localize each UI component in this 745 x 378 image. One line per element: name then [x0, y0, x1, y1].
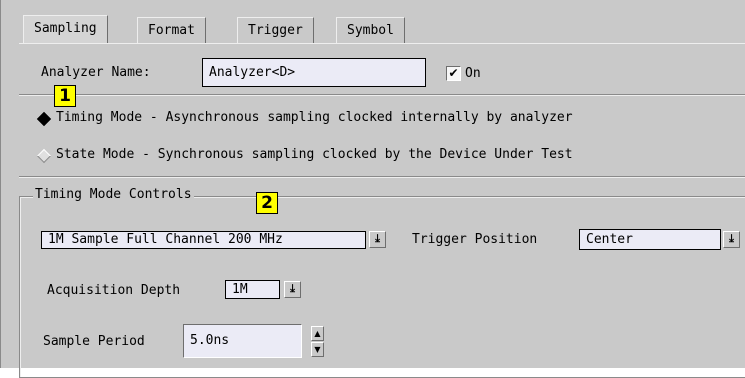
timing-mode-label[interactable]: Timing Mode - Asynchronous sampling cloc… [56, 110, 573, 125]
divider [19, 94, 745, 96]
sample-period-label: Sample Period [43, 334, 145, 349]
spin-up-icon[interactable]: ▲ [311, 326, 324, 341]
tab-format[interactable]: Format [137, 17, 206, 43]
on-checkbox-label: On [465, 66, 481, 81]
sample-option-dropdown-icon[interactable]: ⤓ [369, 231, 386, 248]
on-checkbox[interactable]: ✔ [446, 66, 461, 81]
tab-trigger[interactable]: Trigger [237, 17, 314, 43]
acquisition-depth-dropdown-icon[interactable]: ⤓ [284, 281, 301, 298]
callout-2: 2 [256, 192, 278, 214]
analyzer-name-label: Analyzer Name: [41, 65, 151, 80]
acquisition-depth-label: Acquisition Depth [47, 283, 181, 298]
sampling-dialog: Sampling Format Trigger Symbol Analyzer … [0, 0, 745, 378]
tab-symbol[interactable]: Symbol [336, 17, 405, 43]
state-mode-label[interactable]: State Mode - Synchronous sampling clocke… [56, 147, 573, 162]
tab-sampling[interactable]: Sampling [23, 15, 108, 43]
callout-1: 1 [54, 85, 76, 107]
spin-down-icon[interactable]: ▼ [311, 342, 324, 357]
analyzer-name-input[interactable]: Analyzer<D> [202, 58, 426, 87]
acquisition-depth-select[interactable]: 1M [225, 280, 280, 299]
sample-option-select[interactable]: 1M Sample Full Channel 200 MHz [41, 231, 366, 249]
sample-period-input[interactable]: 5.0ns [183, 324, 302, 358]
timing-mode-controls-legend: Timing Mode Controls [33, 187, 194, 202]
state-mode-radio[interactable] [36, 148, 52, 164]
divider [19, 176, 745, 178]
trigger-position-select[interactable]: Center [579, 229, 721, 250]
trigger-position-dropdown-icon[interactable]: ⤓ [723, 231, 740, 248]
timing-mode-radio[interactable] [36, 111, 52, 127]
trigger-position-label: Trigger Position [412, 232, 538, 247]
tab-strip-border [19, 43, 745, 44]
